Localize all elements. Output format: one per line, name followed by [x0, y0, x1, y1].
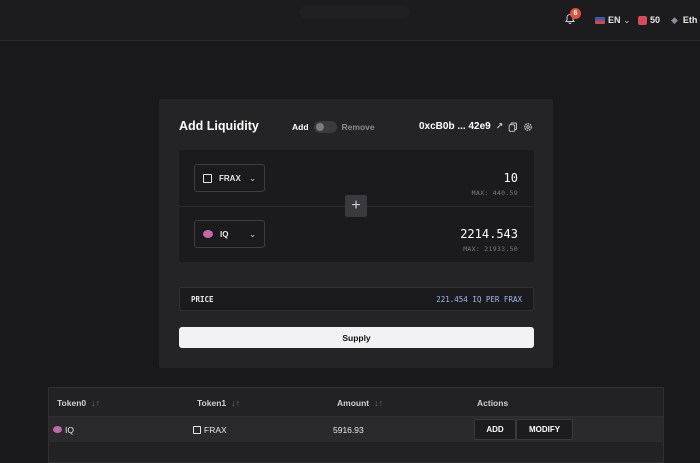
header-actions: Actions — [477, 398, 509, 408]
header-amount[interactable]: Amount ↓↑ — [337, 398, 383, 408]
chevron-down-icon: ⌄ — [249, 173, 256, 183]
price-label: PRICE — [191, 294, 214, 304]
positions-table: Token0 ↓↑ Token1 ↓↑ Amount ↓↑ Actions IQ… — [48, 387, 664, 463]
toggle-add-label: Add — [292, 122, 309, 132]
token0-select[interactable]: FRAX ⌄ — [194, 164, 265, 192]
token1-select[interactable]: IQ ⌄ — [194, 220, 265, 248]
price-row: PRICE 221.454 IQ PER FRAX — [179, 287, 534, 311]
add-button[interactable]: ADD — [474, 419, 516, 440]
iq-token-icon — [53, 426, 62, 433]
sort-icon: ↓↑ — [91, 398, 101, 408]
iq-token-icon — [203, 230, 213, 238]
chevron-down-icon: ⌄ — [249, 229, 256, 239]
header-token0[interactable]: Token0 ↓↑ — [57, 398, 100, 408]
toggle-remove-label: Remove — [341, 122, 375, 132]
supply-button[interactable]: Supply — [179, 327, 534, 348]
modify-button[interactable]: MODIFY — [516, 419, 573, 440]
token-inputs-panel: FRAX ⌄ 10 MAX: 440.59 + IQ ⌄ 2214.543 MA… — [179, 150, 534, 262]
address-text: 0xcB0b ... 42e9 — [419, 121, 491, 132]
price-value: 221.454 IQ PER FRAX — [436, 294, 522, 304]
balance-display[interactable]: 50 — [638, 12, 660, 28]
topbar-placeholder — [300, 6, 410, 18]
token1-amount-input[interactable]: 2214.543 — [460, 227, 518, 241]
pool-address: 0xcB0b ... 42e9 ↗ — [419, 121, 533, 132]
gear-icon[interactable] — [523, 122, 533, 132]
sort-icon: ↓↑ — [374, 398, 384, 408]
row-token1: FRAX — [193, 417, 227, 442]
frax-token-icon — [203, 173, 212, 183]
network-selector[interactable]: ◆ Eth — [671, 12, 697, 28]
language-label: EN — [608, 15, 621, 25]
token0-amount-group: 10 MAX: 440.59 — [472, 171, 518, 197]
notification-count-badge: 6 — [570, 8, 581, 19]
add-remove-toggle[interactable] — [313, 121, 337, 133]
token0-max[interactable]: MAX: 440.59 — [472, 189, 518, 197]
toggle-knob — [315, 123, 324, 131]
external-link-icon[interactable]: ↗ — [496, 121, 504, 132]
token0-amount-input[interactable]: 10 — [472, 171, 518, 185]
token0-symbol: FRAX — [219, 173, 241, 183]
sort-icon: ↓↑ — [231, 398, 241, 408]
add-liquidity-card: Add Liquidity Add Remove 0xcB0b ... 42e9… — [159, 99, 553, 368]
flag-icon — [595, 16, 605, 24]
copy-icon[interactable] — [508, 122, 518, 132]
table-row: IQ FRAX 5916.93 ADD MODIFY — [49, 417, 663, 442]
token1-amount-group: 2214.543 MAX: 21933.50 — [460, 227, 518, 253]
add-remove-toggle-group: Add Remove — [292, 121, 375, 133]
network-label: Eth — [682, 15, 698, 25]
balance-value: 50 — [650, 15, 661, 25]
row-amount: 5916.93 — [333, 424, 364, 435]
frax-token-icon — [193, 425, 201, 434]
token1-symbol: IQ — [220, 229, 229, 239]
ethereum-icon: ◆ — [671, 14, 678, 25]
token1-max[interactable]: MAX: 21933.50 — [460, 245, 518, 253]
header-token1[interactable]: Token1 ↓↑ — [197, 398, 240, 408]
plus-icon: + — [345, 195, 367, 217]
table-header: Token0 ↓↑ Token1 ↓↑ Amount ↓↑ Actions — [49, 388, 663, 417]
language-selector[interactable]: EN ⌄ — [595, 12, 630, 28]
token-icon — [638, 15, 647, 25]
card-title: Add Liquidity — [179, 119, 259, 133]
row-token0: IQ — [53, 417, 74, 442]
chevron-down-icon: ⌄ — [623, 15, 631, 25]
